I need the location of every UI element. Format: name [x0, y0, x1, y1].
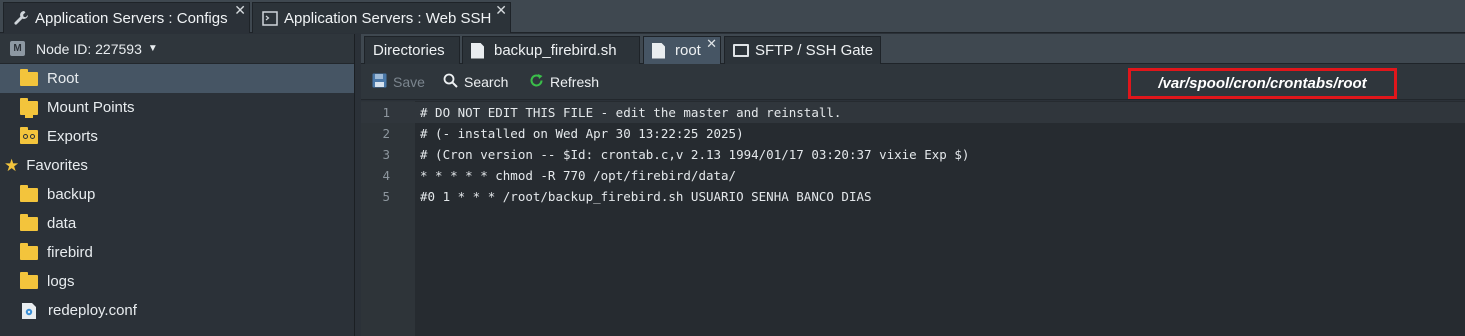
tree-item-label: Exports: [47, 128, 98, 145]
tab-label: SFTP / SSH Gate: [755, 42, 874, 59]
document-icon: [652, 42, 665, 59]
line-number: 5: [382, 189, 390, 204]
favorite-label: backup: [47, 186, 96, 203]
refresh-label: Refresh: [550, 74, 600, 90]
code-text: # (Cron version -- $Id: crontab.c,v 2.13…: [420, 147, 970, 162]
favorite-item-logs[interactable]: logs: [0, 267, 354, 296]
code-line[interactable]: 2 # (- installed on Wed Apr 30 13:22:25 …: [361, 123, 1465, 144]
mount-folder-icon: [20, 97, 38, 118]
favorite-item-firebird[interactable]: firebird: [0, 238, 354, 267]
line-number: 2: [382, 126, 390, 141]
tab-label: backup_firebird.sh: [494, 42, 617, 59]
line-number: 1: [382, 105, 390, 120]
tab-directories[interactable]: Directories: [364, 36, 460, 64]
search-label: Search: [464, 74, 509, 90]
code-line[interactable]: 4 * * * * * chmod -R 770 /opt/firebird/d…: [361, 165, 1465, 186]
tab-web-ssh[interactable]: Application Servers : Web SSH ✕: [252, 2, 511, 33]
favorites-header: ★ Favorites: [0, 151, 354, 180]
tree-item-root[interactable]: Root: [0, 64, 354, 93]
refresh-icon: [529, 73, 544, 92]
file-tree-sidebar: M Node ID: 227593 ▼ Root Mount Points Ex…: [0, 34, 355, 336]
document-icon: [471, 42, 484, 59]
folder-icon: [20, 68, 38, 86]
file-path-display: /var/spool/cron/crontabs/root: [1128, 68, 1397, 99]
tree-item-label: Mount Points: [47, 99, 135, 116]
tab-configs[interactable]: Application Servers : Configs ✕: [3, 2, 250, 33]
tab-configs-label: Application Servers : Configs: [35, 9, 228, 27]
tab-label: root: [675, 42, 701, 59]
node-icon: M: [10, 41, 25, 56]
tab-root[interactable]: root ✕: [643, 36, 721, 64]
config-file-icon: [22, 302, 36, 319]
folder-icon: [20, 242, 38, 260]
line-number: 3: [382, 147, 390, 162]
caret-down-icon: ▼: [147, 43, 158, 54]
favorite-label: redeploy.conf: [48, 302, 137, 319]
favorite-item-backup[interactable]: backup: [0, 180, 354, 209]
favorite-label: firebird: [47, 244, 93, 261]
editor-tab-bar: Directories backup_firebird.sh root ✕ SF…: [361, 34, 1465, 64]
favorite-label: logs: [47, 273, 75, 290]
save-icon: [372, 73, 387, 92]
window-tab-bar: Application Servers : Configs ✕ Applicat…: [0, 0, 1465, 33]
node-selector[interactable]: M Node ID: 227593 ▼: [0, 34, 354, 64]
exports-icon: [20, 126, 38, 144]
favorite-item-redeploy-conf[interactable]: redeploy.conf: [0, 296, 354, 325]
tab-sftp-ssh-gate[interactable]: SFTP / SSH Gate: [724, 36, 881, 64]
folder-icon: [20, 271, 38, 289]
tab-web-ssh-label: Application Servers : Web SSH: [284, 9, 492, 27]
code-text: #0 1 * * * /root/backup_firebird.sh USUA…: [420, 189, 872, 204]
close-icon[interactable]: ✕: [495, 3, 507, 17]
refresh-button[interactable]: Refresh: [529, 64, 599, 100]
tab-backup-firebird[interactable]: backup_firebird.sh: [462, 36, 640, 64]
code-line[interactable]: 3 # (Cron version -- $Id: crontab.c,v 2.…: [361, 144, 1465, 165]
close-icon[interactable]: ✕: [706, 37, 717, 50]
tree-item-mount-points[interactable]: Mount Points: [0, 93, 354, 122]
search-button[interactable]: Search: [443, 64, 508, 100]
close-icon[interactable]: ✕: [234, 3, 246, 17]
node-id-label: Node ID: 227593: [36, 40, 142, 57]
terminal-icon: [261, 9, 279, 27]
tree-item-exports[interactable]: Exports: [0, 122, 354, 151]
code-editor[interactable]: 1 # DO NOT EDIT THIS FILE - edit the mas…: [361, 101, 1465, 336]
file-path-text: /var/spool/cron/crontabs/root: [1158, 75, 1367, 92]
tree-item-label: Root: [47, 70, 79, 87]
code-text: * * * * * chmod -R 770 /opt/firebird/dat…: [420, 168, 737, 183]
code-line[interactable]: 1 # DO NOT EDIT THIS FILE - edit the mas…: [361, 102, 1465, 123]
star-icon: ★: [4, 155, 20, 175]
wrench-icon: [12, 9, 30, 27]
favorite-label: data: [47, 215, 77, 232]
save-button[interactable]: Save: [372, 64, 425, 100]
monitor-icon: [733, 44, 749, 57]
favorite-item-data[interactable]: data: [0, 209, 354, 238]
code-text: # (- installed on Wed Apr 30 13:22:25 20…: [420, 126, 744, 141]
tab-label: Directories: [373, 42, 445, 59]
save-label: Save: [393, 74, 425, 90]
code-text: # DO NOT EDIT THIS FILE - edit the maste…: [420, 105, 842, 120]
search-icon: [443, 73, 458, 92]
line-number: 4: [382, 168, 390, 183]
folder-icon: [20, 184, 38, 202]
code-line[interactable]: 5 #0 1 * * * /root/backup_firebird.sh US…: [361, 186, 1465, 207]
folder-icon: [20, 213, 38, 231]
editor-toolbar: Save Search Refresh /var/spool/cron/cron…: [361, 64, 1465, 100]
favorites-label: Favorites: [26, 157, 88, 174]
